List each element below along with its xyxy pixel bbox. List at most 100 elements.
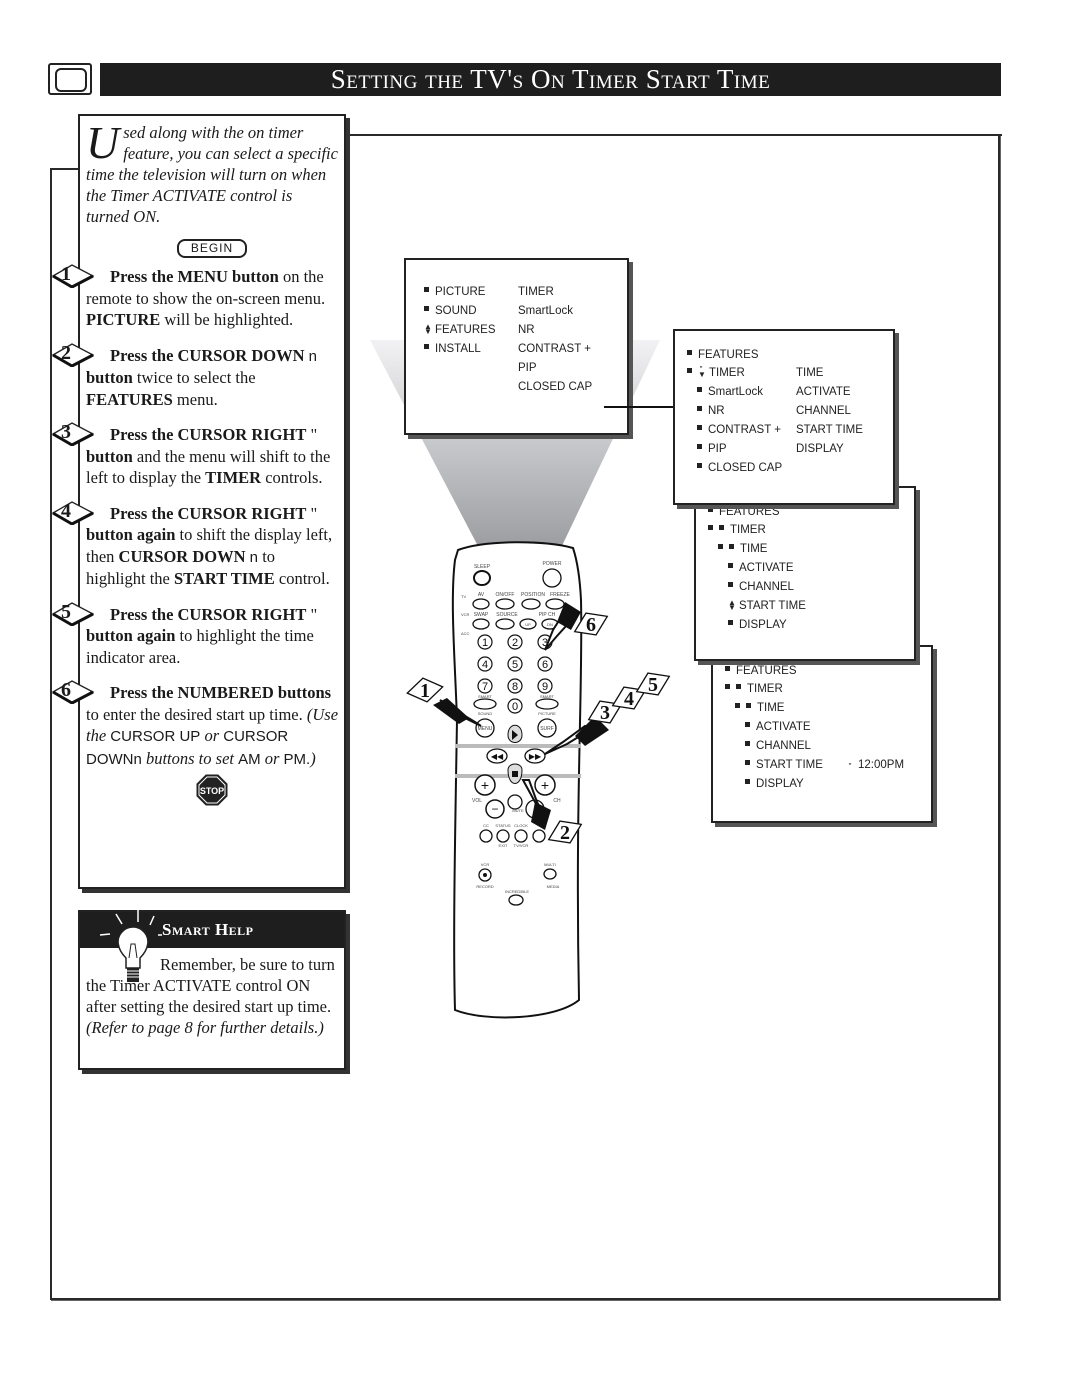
submenu-item-timer[interactable]: TIMER: [518, 286, 554, 298]
remote-label-smart_picture_bottom: PICTURE: [538, 711, 556, 716]
submenu-item-channel[interactable]: CHANNEL: [796, 405, 851, 417]
bullet-icon: [725, 666, 730, 671]
remote-label-vcr_record_top: VCR: [481, 862, 490, 867]
start-time-value[interactable]: " 12:00PM: [847, 759, 904, 771]
step-text: Press the CURSOR RIGHT " button again to…: [86, 605, 317, 667]
menu-item-label: START TIME: [739, 600, 806, 612]
bold-text: Press the NUMBERED buttons: [110, 683, 332, 702]
remote-control: SLEEP POWER TV VCR ACC AV ON/OFF POSITION FREEZE…: [406, 541, 671, 1019]
menu-item-label: FEATURES: [736, 665, 797, 677]
bullet-icon: [708, 525, 713, 530]
digit-label: 7: [482, 681, 488, 693]
submenu-item-start-time[interactable]: START TIME: [796, 424, 863, 436]
source-button[interactable]: [495, 618, 515, 630]
step-callout-number: 6: [586, 614, 596, 636]
menu-item-nr[interactable]: NR: [697, 405, 725, 417]
submenu-item-closed-cap[interactable]: CLOSED CAP: [518, 381, 592, 393]
menu-item-picture[interactable]: PICTURE: [424, 286, 485, 298]
incredible-button[interactable]: [508, 894, 524, 906]
menu-item-label: START TIME: [796, 424, 863, 436]
remote-label-exit: EXIT: [499, 843, 508, 848]
remote-label-status: STATUS: [495, 823, 511, 828]
menu-item-activate[interactable]: ACTIVATE: [728, 562, 794, 574]
text: twice to select the: [132, 368, 256, 387]
sleep-button[interactable]: [473, 570, 491, 586]
remote-label-dn: DN: [547, 622, 553, 627]
menu-item-timer[interactable]: " ▼ TIMER: [687, 366, 745, 379]
digit-label: 2: [512, 637, 518, 649]
submenu-item-pip[interactable]: PIP: [518, 362, 537, 374]
submenu-item-smartlock[interactable]: SmartLock: [518, 305, 573, 317]
menu-item-time[interactable]: TIME: [735, 702, 784, 714]
extra-button[interactable]: [532, 829, 546, 843]
remote-label-av: AV: [478, 592, 485, 598]
swap-button[interactable]: [472, 618, 490, 630]
bullet-icon: [728, 620, 733, 625]
submenu-item-display[interactable]: DISPLAY: [796, 443, 844, 455]
menu-item-label: TIME: [796, 367, 824, 379]
menu-item-smartlock[interactable]: SmartLock: [697, 386, 763, 398]
step-callout-number: 3: [600, 702, 610, 724]
menu-path-features[interactable]: FEATURES: [708, 506, 780, 518]
menu-item-label: CHANNEL: [739, 581, 794, 593]
menu-item-display[interactable]: DISPLAY: [728, 619, 787, 631]
menu-item-pip[interactable]: PIP: [697, 443, 727, 455]
bullet-icon: [697, 387, 702, 392]
step-number: 1: [61, 263, 71, 285]
bullet-icon: [697, 425, 702, 430]
menu-item-start-time[interactable]: ▲ ▼ START TIME: [728, 599, 806, 613]
menu-main: PICTURE SOUND ▲ ▼ FEATURES INSTALL TIMER SmartL…: [404, 258, 629, 435]
menu-item-label: CONTRAST +: [708, 424, 781, 436]
bullet-icon: [745, 760, 750, 765]
menu-path-timer[interactable]: TIMER: [708, 524, 766, 536]
menu-item-features[interactable]: ▲ ▼ FEATURES: [424, 323, 496, 337]
page-title: Setting the TV's On Timer Start Time: [100, 63, 1001, 96]
menu-item-start-time[interactable]: START TIME: [745, 759, 823, 771]
remote-label-up: UP: [525, 622, 531, 627]
cc-button[interactable]: [479, 829, 493, 843]
menu-item-label: FEATURES: [435, 324, 496, 336]
av-button[interactable]: [472, 598, 490, 610]
menu-path-features[interactable]: FEATURES: [687, 349, 759, 361]
menu-item-closed-cap[interactable]: CLOSED CAP: [697, 462, 782, 474]
menu-item-display[interactable]: DISPLAY: [745, 778, 804, 790]
menu-item-label: TIME: [757, 702, 785, 714]
menu-item-install[interactable]: INSTALL: [424, 343, 481, 355]
submenu-item-time[interactable]: TIME: [796, 367, 823, 379]
status-button[interactable]: [496, 829, 510, 843]
step-number-badge: 6: [52, 679, 94, 704]
onoff-button[interactable]: [495, 598, 515, 610]
clock-button[interactable]: [514, 829, 528, 843]
menu-item-label: DISPLAY: [796, 443, 844, 455]
mute-button[interactable]: [507, 794, 523, 810]
menu-item-label: CHANNEL: [796, 405, 851, 417]
menu-item-label: SmartLock: [518, 305, 573, 317]
menu-path-features[interactable]: FEATURES: [725, 665, 797, 677]
menu-item-sound[interactable]: SOUND: [424, 305, 477, 317]
minus-icon: −: [491, 802, 498, 816]
submenu-item-activate[interactable]: ACTIVATE: [796, 386, 851, 398]
menu-item-time[interactable]: TIME: [718, 543, 767, 555]
smart-picture-button[interactable]: [535, 698, 559, 710]
menu-item-activate[interactable]: ACTIVATE: [745, 721, 811, 733]
submenu-item-nr[interactable]: NR: [518, 324, 535, 336]
step-6: 6 Press the NUMBERED buttons to enter the…: [52, 679, 338, 770]
multimedia-button[interactable]: [543, 868, 557, 880]
remote-label-sleep: SLEEP: [474, 564, 491, 570]
menu-item-channel[interactable]: CHANNEL: [728, 581, 794, 593]
menu-item-label: CLOSED CAP: [518, 381, 593, 393]
freeze-button[interactable]: [545, 598, 565, 610]
submenu-item-contrast-[interactable]: CONTRAST +: [518, 343, 591, 355]
menu-item-contrast-[interactable]: CONTRAST +: [697, 424, 781, 436]
menu-item-label: TIMER: [518, 286, 554, 298]
menu-path-timer[interactable]: TIMER: [725, 683, 783, 695]
step-1: 1 Press the MENU button on the remote to …: [52, 263, 338, 331]
remote-label-pipch: PIP CH: [539, 612, 556, 618]
stop-icon: [512, 771, 518, 777]
bold-text: START TIME: [174, 569, 275, 588]
menu-item-label: DISPLAY: [756, 778, 804, 790]
power-button[interactable]: [542, 568, 562, 588]
menu-item-channel[interactable]: CHANNEL: [745, 740, 811, 752]
position-button[interactable]: [521, 598, 541, 610]
smart-sound-button[interactable]: [473, 698, 497, 710]
